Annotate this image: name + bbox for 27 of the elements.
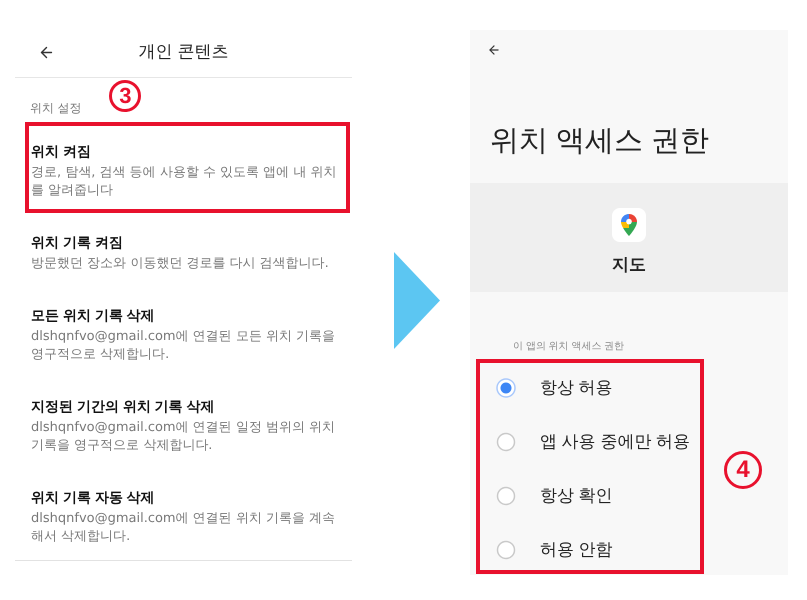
setting-description: dlshqnfvo@gmail.com에 연결된 일정 범위의 위치 기록을 영구적으로 삭제합니다. — [31, 419, 336, 455]
option-label[interactable]: 항상 허용 — [540, 377, 613, 399]
radio-button[interactable] — [496, 540, 516, 560]
step-badge: 3 — [109, 80, 142, 112]
setting-description: dlshqnfvo@gmail.com에 연결된 모든 위치 기록을 영구적으로 삭제합니다. — [31, 328, 336, 364]
screen-title: 개인 콘텐츠 — [138, 41, 230, 63]
app-name: 지도 — [612, 254, 646, 276]
radio-button[interactable] — [496, 378, 516, 398]
option-label[interactable]: 항상 확인 — [540, 485, 613, 507]
setting-description: 방문했던 장소와 이동했던 경로를 다시 검색합니다. — [31, 255, 330, 273]
setting-description: dlshqnfvo@gmail.com에 연결된 위치 기록을 계속해서 삭제합니다. — [31, 510, 336, 546]
option-label[interactable]: 앱 사용 중에만 허용 — [540, 431, 690, 453]
setting-description: 경로, 탐색, 검색 등에 사용할 수 있도록 앱에 내 위치를 알려줍니다 — [31, 164, 338, 200]
step-badge: 4 — [724, 451, 762, 489]
group-label: 이 앱의 위치 액세스 권한 — [513, 340, 626, 354]
page-title: 위치 액세스 권한 — [490, 124, 710, 159]
setting-title[interactable]: 지정된 기간의 위치 기록 삭제 — [31, 396, 338, 416]
map-pin-icon — [612, 208, 646, 242]
setting-title[interactable]: 위치 기록 자동 삭제 — [31, 487, 338, 507]
setting-title[interactable]: 위치 켜짐 — [31, 141, 338, 161]
radio-button[interactable] — [496, 432, 516, 452]
setting-title[interactable]: 위치 기록 켜짐 — [31, 232, 338, 252]
section-label: 위치 설정 — [30, 100, 82, 116]
option-label[interactable]: 허용 안함 — [540, 539, 613, 561]
setting-title[interactable]: 모든 위치 기록 삭제 — [31, 305, 338, 325]
radio-button[interactable] — [496, 486, 516, 506]
right-arrow-icon — [394, 252, 440, 349]
